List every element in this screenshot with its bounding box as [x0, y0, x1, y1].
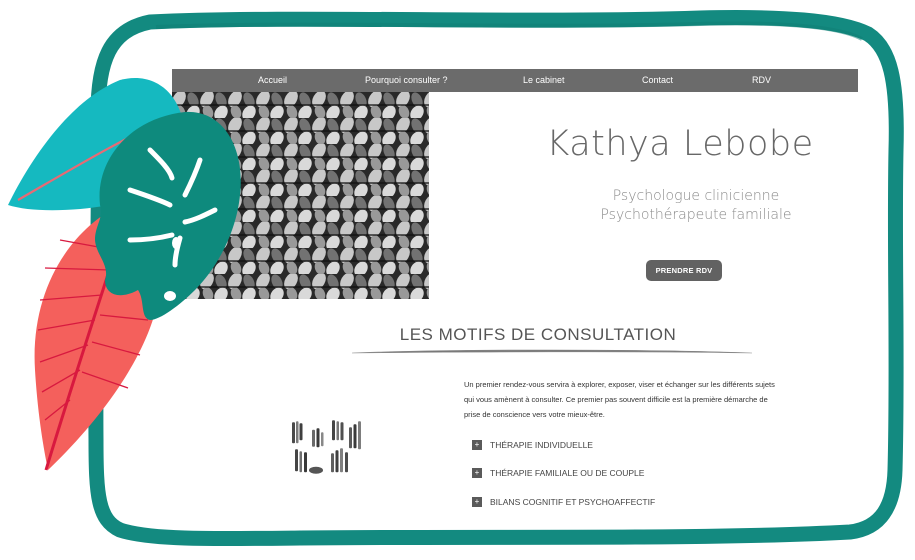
section-intro-text: Un premier rendez-vous servira à explore… — [464, 380, 775, 419]
prendre-rdv-button[interactable]: PRENDRE RDV — [646, 260, 722, 281]
section-title: LES MOTIFS DE CONSULTATION — [399, 325, 677, 344]
hero-subtitle-line2: Psychothérapeute familiale — [600, 207, 792, 223]
motif-therapie-individuelle[interactable]: + THÉRAPIE INDIVIDUELLE — [472, 436, 593, 450]
totem-figures-image — [292, 420, 361, 474]
nav-rdv[interactable]: RDV — [752, 69, 771, 92]
nav-contact[interactable]: Contact — [642, 69, 673, 92]
nav-accueil[interactable]: Accueil — [258, 69, 287, 92]
nav-le-cabinet[interactable]: Le cabinet — [523, 69, 565, 92]
motif-label: THÉRAPIE INDIVIDUELLE — [490, 439, 593, 450]
plus-icon: + — [472, 439, 482, 450]
nav-pourquoi-consulter[interactable]: Pourquoi consulter ? — [365, 69, 448, 92]
decorative-leaves — [8, 78, 241, 471]
hero-subtitle-line1: Psychologue clinicienne — [612, 188, 780, 204]
motif-label: BILANS COGNITIF ET PSYCHOAFFECTIF — [490, 496, 656, 507]
plus-icon: + — [472, 496, 482, 507]
motif-therapie-familiale[interactable]: + THÉRAPIE FAMILIALE OU DE COUPLE — [472, 464, 645, 478]
navbar: Accueil Pourquoi consulter ? Le cabinet … — [172, 69, 858, 92]
section-underline — [352, 349, 752, 354]
motif-label: THÉRAPIE FAMILIALE OU DE COUPLE — [490, 467, 645, 478]
hero-subtitle: Psychologue clinicienne Psychothérapeute… — [521, 187, 871, 225]
motif-bilans[interactable]: + BILANS COGNITIF ET PSYCHOAFFECTIF — [472, 493, 656, 507]
webpage: Accueil Pourquoi consulter ? Le cabinet … — [172, 69, 858, 514]
hero-name: Kathya Lebobe — [546, 124, 814, 164]
plus-icon: + — [472, 467, 482, 478]
